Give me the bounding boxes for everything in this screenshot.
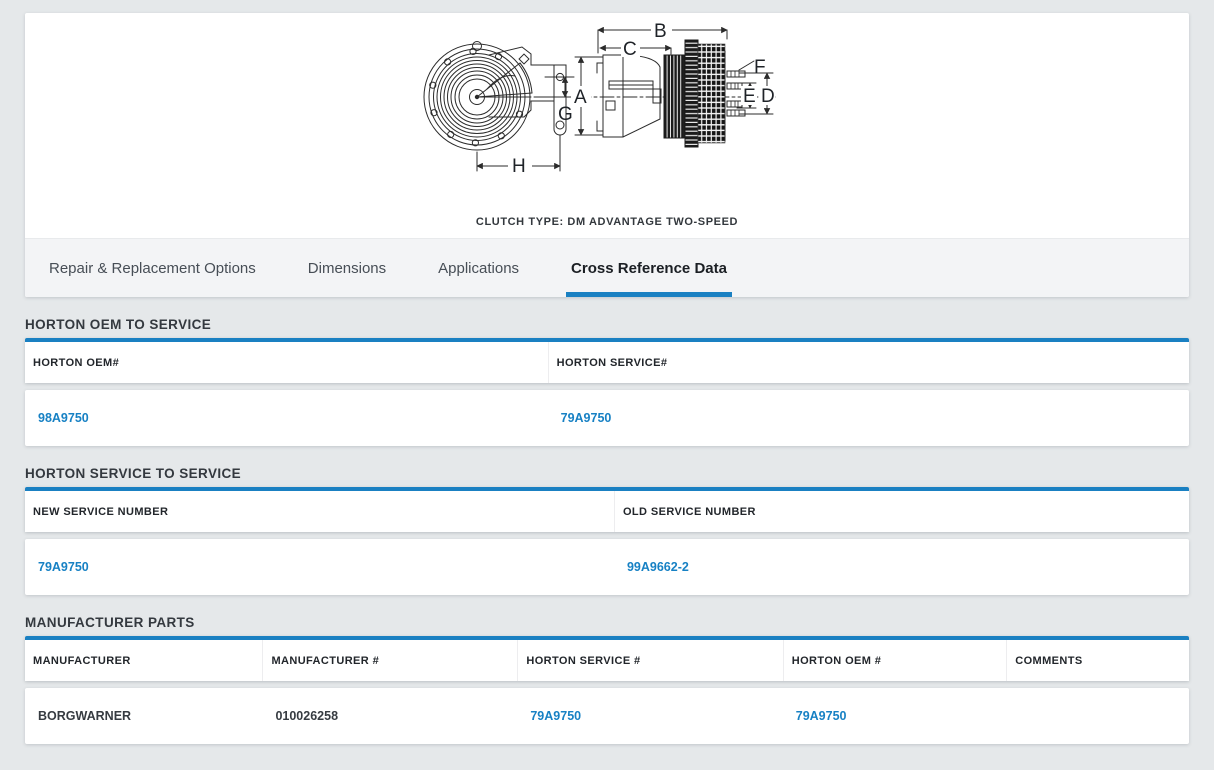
section-title: HORTON OEM TO SERVICE bbox=[25, 317, 1189, 332]
table-header-row: HORTON OEM# HORTON SERVICE# bbox=[25, 338, 1189, 383]
dim-label-g: G bbox=[558, 104, 573, 125]
cross-reference-content: HORTON OEM TO SERVICE HORTON OEM# HORTON… bbox=[0, 317, 1214, 764]
table-row: 98A9750 79A9750 bbox=[25, 390, 1189, 446]
table-header-row: MANUFACTURER MANUFACTURER # HORTON SERVI… bbox=[25, 636, 1189, 681]
tab-dimensions[interactable]: Dimensions bbox=[303, 239, 391, 297]
part-link[interactable]: 79A9750 bbox=[561, 411, 612, 425]
table-row: BORGWARNER 010026258 79A9750 79A9750 bbox=[25, 688, 1189, 744]
column-header: HORTON SERVICE# bbox=[548, 342, 1189, 383]
part-link[interactable]: 79A9750 bbox=[796, 709, 847, 723]
dim-label-e: E bbox=[743, 86, 756, 107]
column-header: MANUFACTURER bbox=[25, 640, 262, 681]
table-header-row: NEW SERVICE NUMBER OLD SERVICE NUMBER bbox=[25, 487, 1189, 532]
column-header: HORTON OEM # bbox=[783, 640, 1006, 681]
column-header: OLD SERVICE NUMBER bbox=[614, 491, 1189, 532]
column-header: COMMENTS bbox=[1006, 640, 1189, 681]
column-header: MANUFACTURER # bbox=[262, 640, 517, 681]
section-horton-oem-to-service: HORTON OEM TO SERVICE HORTON OEM# HORTON… bbox=[25, 317, 1189, 446]
table-row: 79A9750 99A9662-2 bbox=[25, 539, 1189, 595]
tab-cross-reference-data[interactable]: Cross Reference Data bbox=[566, 239, 732, 297]
dim-label-f: F bbox=[754, 57, 766, 78]
dim-label-d: D bbox=[761, 86, 775, 107]
part-link[interactable]: 99A9662-2 bbox=[627, 560, 689, 574]
dim-label-h: H bbox=[512, 156, 526, 177]
dim-label-c: C bbox=[623, 39, 637, 60]
dim-label-a: A bbox=[574, 87, 587, 108]
dim-label-b: B bbox=[654, 21, 667, 42]
column-header: HORTON SERVICE # bbox=[517, 640, 782, 681]
diagram-area: A B C D E F G H CLUTCH TYPE: DM ADVANTAG… bbox=[25, 13, 1189, 238]
tab-applications[interactable]: Applications bbox=[433, 239, 524, 297]
section-title: MANUFACTURER PARTS bbox=[25, 615, 1189, 630]
clutch-diagram: A B C D E F G H bbox=[25, 13, 1188, 203]
cell-text: 010026258 bbox=[275, 709, 338, 723]
product-card: A B C D E F G H CLUTCH TYPE: DM ADVANTAG… bbox=[25, 13, 1189, 297]
section-manufacturer-parts: MANUFACTURER PARTS MANUFACTURER MANUFACT… bbox=[25, 615, 1189, 744]
cell-text: BORGWARNER bbox=[38, 709, 131, 723]
tab-repair-replacement-options[interactable]: Repair & Replacement Options bbox=[44, 239, 261, 297]
column-header: NEW SERVICE NUMBER bbox=[25, 491, 614, 532]
part-link[interactable]: 98A9750 bbox=[38, 411, 89, 425]
part-link[interactable]: 79A9750 bbox=[530, 709, 581, 723]
column-header: HORTON OEM# bbox=[25, 342, 548, 383]
section-title: HORTON SERVICE TO SERVICE bbox=[25, 466, 1189, 481]
section-horton-service-to-service: HORTON SERVICE TO SERVICE NEW SERVICE NU… bbox=[25, 466, 1189, 595]
part-link[interactable]: 79A9750 bbox=[38, 560, 89, 574]
tab-bar: Repair & Replacement Options Dimensions … bbox=[25, 238, 1189, 297]
clutch-type-caption: CLUTCH TYPE: DM ADVANTAGE TWO-SPEED bbox=[25, 215, 1189, 229]
